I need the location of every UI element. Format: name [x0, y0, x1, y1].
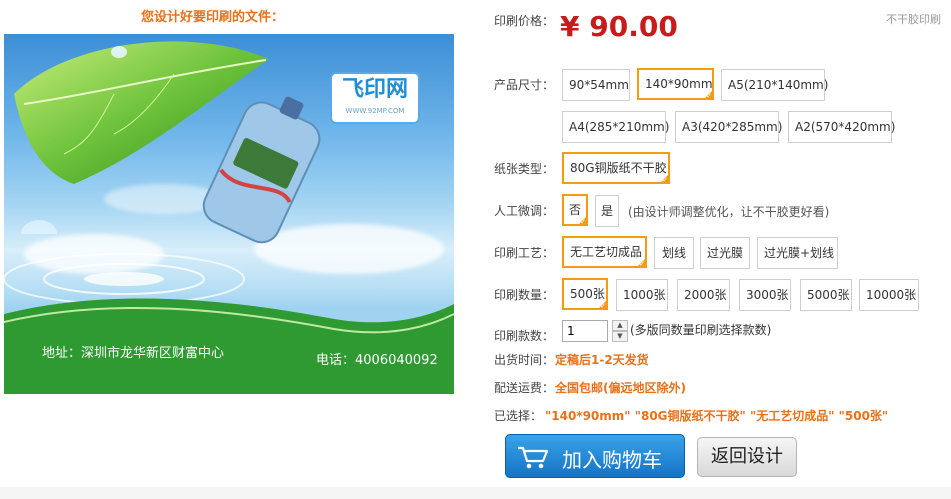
page-footer-strip — [0, 487, 951, 499]
check-icon: ✓ — [600, 302, 606, 310]
manual-option-label: 否 — [568, 203, 581, 217]
preview-address: 地址：深圳市龙华新区财富中心 — [42, 346, 225, 361]
logo-text: 飞印网 — [341, 77, 408, 102]
manual-label: 人工微调： — [494, 204, 555, 218]
back-to-design-button[interactable]: 返回设计 — [697, 437, 797, 477]
product-type-note: 不干胶印刷 — [886, 13, 941, 26]
quantity-option-2000[interactable]: 2000张 — [677, 279, 730, 311]
add-to-cart-label: 加入购物车 — [562, 448, 662, 472]
price-value: ¥ 90.00 — [560, 10, 678, 43]
spin-down-icon[interactable]: ▼ — [612, 331, 628, 342]
craft-label: 印刷工艺： — [494, 246, 555, 260]
size-label: 产品尺寸： — [494, 78, 555, 92]
copies-label: 印刷款数： — [494, 329, 555, 343]
delivery-value: 定稿后1-2天发货 — [555, 353, 649, 367]
size-option-140x90[interactable]: 140*90mm ✓ — [637, 68, 714, 100]
size-option-a2[interactable]: A2(570*420mm) — [788, 111, 895, 143]
delivery-label: 出货时间： — [494, 353, 555, 367]
check-icon: ✓ — [706, 92, 712, 100]
quantity-option-label: 500张 — [570, 287, 605, 301]
paper-label: 纸张类型： — [494, 162, 555, 176]
shipping-label: 配送运费： — [494, 381, 555, 395]
manual-hint: (由设计师调整优化，让不干胶更好看) — [628, 205, 830, 219]
size-option-a3[interactable]: A3(420*285mm) — [675, 111, 782, 143]
check-icon: ✓ — [580, 218, 586, 226]
spin-up-icon[interactable]: ▲ — [612, 320, 628, 331]
green-wave-band — [4, 298, 454, 394]
size-option-90x54[interactable]: 90*54mm — [562, 69, 630, 101]
paper-option-label: 80G铜版纸不干胶 — [570, 161, 667, 175]
craft-option-none[interactable]: 无工艺切成品 ✓ — [562, 236, 647, 268]
preview-phone: 电话：4006040092 — [316, 353, 438, 368]
copies-input[interactable] — [562, 320, 608, 342]
preview-title: 您设计好要印刷的文件： — [140, 10, 284, 25]
craft-option-line[interactable]: 划线 — [654, 237, 694, 269]
size-option-a5[interactable]: A5(210*140mm) — [721, 69, 828, 101]
check-icon: ✓ — [662, 176, 668, 184]
quantity-option-5000[interactable]: 5000张 — [800, 279, 852, 311]
logo-url: WWW.92MP.COM — [345, 107, 405, 115]
craft-option-film[interactable]: 过光膜 — [700, 237, 750, 269]
design-preview: 飞印网 WWW.92MP.COM 地址：深圳市龙华新区财富中心 电话：40060… — [4, 34, 454, 394]
add-to-cart-button[interactable]: 加入购物车 — [505, 434, 685, 478]
summary-value: "140*90mm" "80G铜版纸不干胶" "无工艺切成品" "500张" — [545, 409, 889, 423]
size-option-label: 140*90mm — [645, 77, 713, 91]
price-label: 印刷价格： — [494, 14, 555, 28]
shipping-value: 全国包邮(偏远地区除外) — [555, 381, 686, 395]
manual-option-yes[interactable]: 是 — [595, 195, 619, 227]
quantity-option-3000[interactable]: 3000张 — [739, 279, 791, 311]
craft-option-film-line[interactable]: 过光膜+划线 — [757, 237, 838, 269]
check-icon: ✓ — [639, 260, 645, 268]
manual-option-no[interactable]: 否 ✓ — [562, 194, 588, 226]
quantity-label: 印刷数量： — [494, 288, 555, 302]
summary-label: 已选择： — [494, 409, 543, 423]
size-option-a4[interactable]: A4(285*210mm) — [562, 111, 669, 143]
copies-hint: (多版同数量印刷选择款数) — [630, 323, 772, 337]
cart-icon — [518, 446, 549, 469]
brand-logo: 飞印网 WWW.92MP.COM — [330, 72, 420, 124]
quantity-option-1000[interactable]: 1000张 — [616, 279, 668, 311]
craft-option-label: 无工艺切成品 — [570, 245, 643, 259]
quantity-option-10000[interactable]: 10000张 — [859, 279, 919, 311]
quantity-option-500[interactable]: 500张 ✓ — [562, 278, 608, 310]
paper-option-80g[interactable]: 80G铜版纸不干胶 ✓ — [562, 152, 670, 184]
